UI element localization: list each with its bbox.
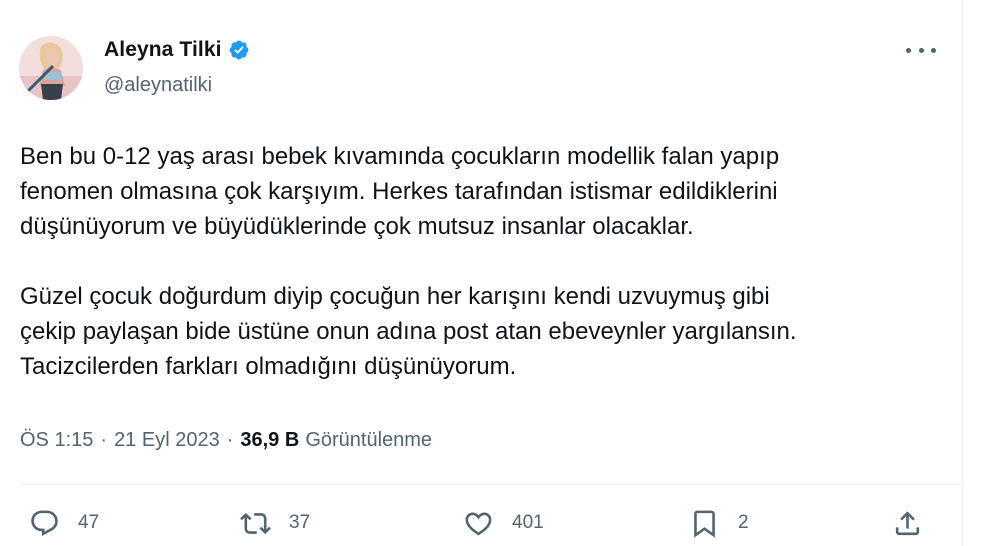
like-icon	[465, 512, 492, 535]
views-count: 36,9 B	[240, 429, 300, 451]
tweet-text: Ben bu 0-12 yaş arası bebek kıvamında ço…	[20, 139, 950, 384]
repost-icon	[240, 512, 271, 534]
repost-count: 37	[289, 512, 311, 533]
tweet-line: Ben bu 0-12 yaş arası bebek kıvamında ço…	[20, 143, 780, 170]
author-name-row: Aleyna Tilki	[104, 38, 250, 62]
tweet-time[interactable]: ÖS 1:15	[20, 429, 93, 452]
tweet-line: fenomen olmasına çok karşıyım. Herkes ta…	[20, 178, 778, 205]
bookmark-icon	[694, 510, 715, 538]
bookmark-count: 2	[738, 512, 749, 533]
meta-separator: ·	[100, 429, 108, 451]
views-label: Görüntülenme	[305, 429, 433, 451]
share-icon	[895, 510, 920, 535]
meta-separator: ·	[226, 429, 234, 451]
display-name[interactable]: Aleyna Tilki	[104, 38, 222, 62]
reply-count: 47	[78, 512, 100, 533]
share-button[interactable]	[892, 500, 923, 546]
tweet-line: düşünüyorum ve büyüdüklerinde çok mutsuz…	[20, 213, 694, 240]
tweet-meta: ÖS 1:15 · 21 Eyl 2023 · 36,9 B Görüntüle…	[20, 429, 432, 452]
tweet-line: Tacizcilerden farkları olmadığını düşünü…	[20, 353, 517, 380]
verified-badge-icon[interactable]	[228, 39, 250, 61]
repost-button[interactable]: 37	[240, 500, 310, 546]
tweet-line: Güzel çocuk doğurdum diyip çocuğun her k…	[20, 283, 770, 310]
handle[interactable]: @aleynatilki	[104, 74, 212, 97]
more-icon[interactable]	[906, 40, 936, 60]
tweet: Aleyna Tilki @aleynatilki Ben bu 0-12 ya…	[0, 0, 962, 546]
tweet-line: çekip paylaşan bide üstüne onun adına po…	[20, 318, 797, 345]
column-border	[962, 0, 963, 546]
bookmark-button[interactable]: 2	[689, 500, 749, 546]
divider	[20, 484, 962, 485]
reply-button[interactable]: 47	[29, 500, 99, 546]
like-count: 401	[512, 512, 544, 533]
reply-icon	[31, 510, 58, 536]
avatar-image	[19, 36, 83, 100]
action-bar: 47 37 401 2	[0, 500, 962, 546]
avatar[interactable]	[19, 36, 83, 100]
like-button[interactable]: 401	[463, 500, 544, 546]
tweet-date[interactable]: 21 Eyl 2023	[114, 429, 220, 452]
